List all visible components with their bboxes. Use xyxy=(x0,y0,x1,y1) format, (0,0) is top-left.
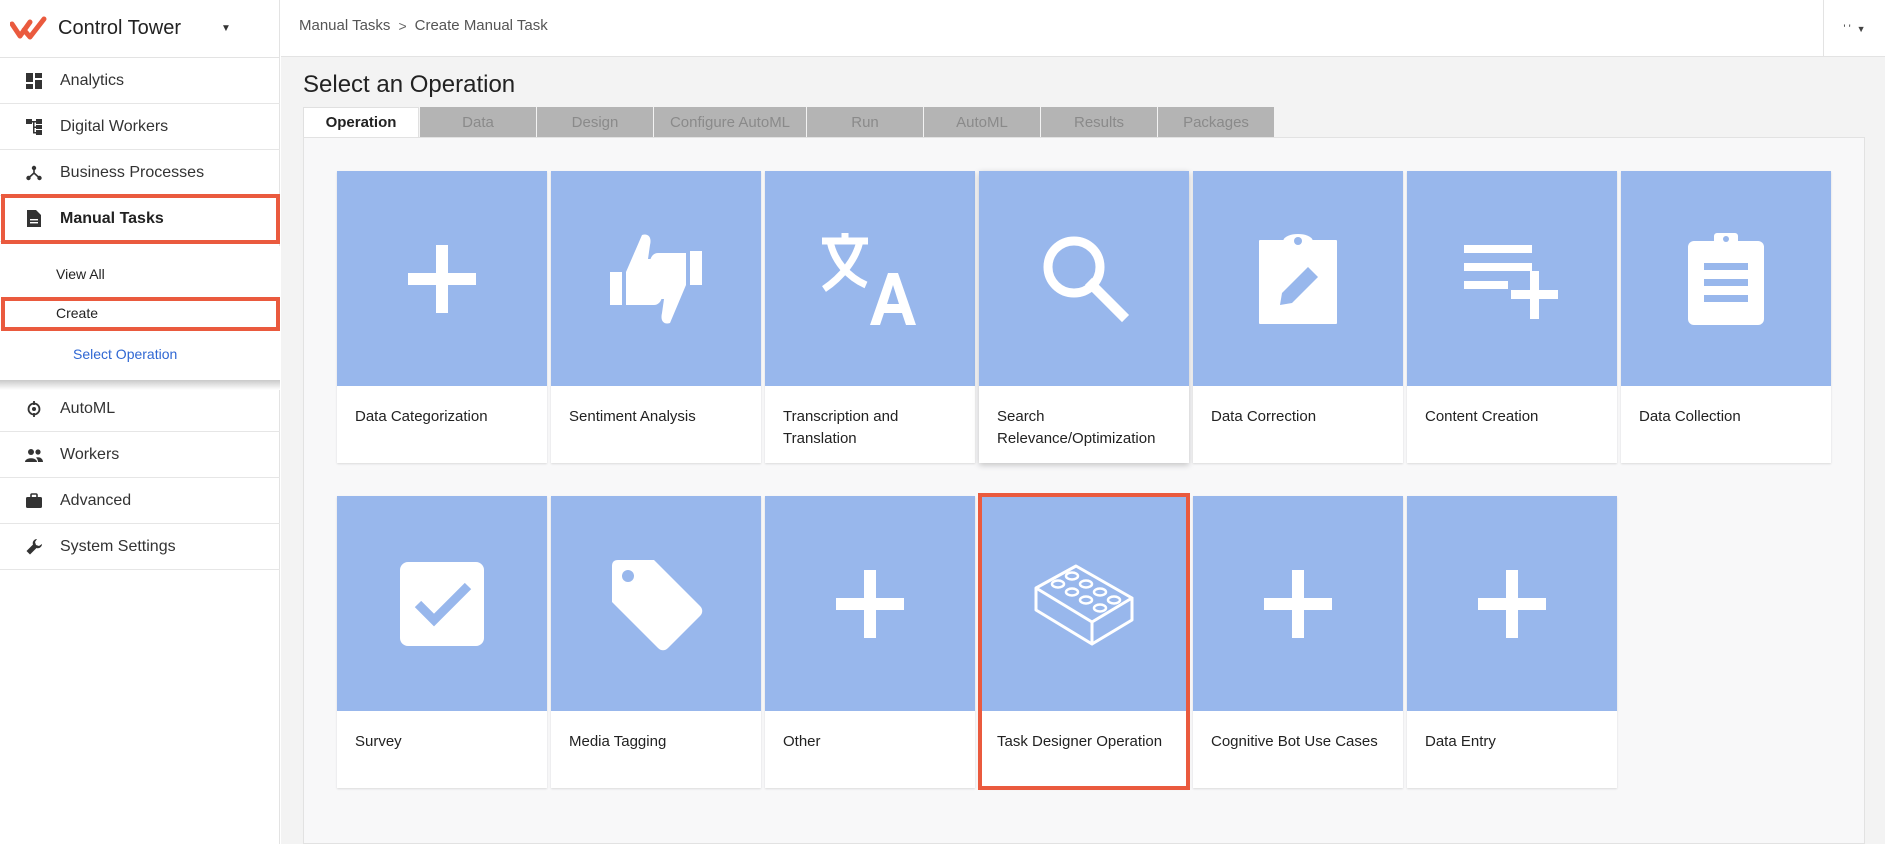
sidebar-item-label: Analytics xyxy=(60,71,125,89)
operation-card-cognitive-bot[interactable]: Cognitive Bot Use Cases xyxy=(1193,496,1403,788)
card-label: Transcription and Translation xyxy=(783,408,899,447)
clipboard-list-icon xyxy=(1688,232,1764,325)
tab-results[interactable]: Results xyxy=(1041,107,1157,137)
page-title: Select an Operation xyxy=(303,71,516,98)
operation-card-data-categorization[interactable]: Data Categorization xyxy=(337,171,547,463)
operation-card-other[interactable]: Other xyxy=(765,496,975,788)
sidebar-item-label: Business Processes xyxy=(60,163,205,181)
sidebar-item-system-settings[interactable]: System Settings xyxy=(0,524,280,570)
operation-card-search-relevance[interactable]: Search Relevance/Optimization xyxy=(979,171,1189,463)
highlight-box xyxy=(1,194,280,244)
sidebar-item-analytics[interactable]: Analytics xyxy=(0,58,280,104)
clipboard-edit-icon xyxy=(1259,233,1337,324)
breadcrumb-current: Create Manual Task xyxy=(414,17,548,34)
card-label: Data Correction xyxy=(1211,408,1317,425)
highlight-box xyxy=(978,493,1190,790)
card-tile xyxy=(765,496,975,711)
card-label: Survey xyxy=(355,733,402,750)
highlight-box xyxy=(1,297,280,331)
card-tile xyxy=(551,171,761,386)
dashboard-icon xyxy=(24,71,44,91)
people-icon xyxy=(24,445,44,465)
card-tile xyxy=(765,171,975,386)
sidebar-item-automl[interactable]: AutoML xyxy=(0,386,280,432)
plus-icon xyxy=(408,244,476,313)
tab-packages[interactable]: Packages xyxy=(1158,107,1274,137)
operation-card-data-correction[interactable]: Data Correction xyxy=(1193,171,1403,463)
process-hub-icon xyxy=(24,163,44,183)
operation-card-data-collection[interactable]: Data Collection xyxy=(1621,171,1831,463)
breadcrumb: Manual Tasks > Create Manual Task xyxy=(299,17,548,34)
sidebar-item-business-processes[interactable]: Business Processes xyxy=(0,150,280,196)
sidebar-item-label: Digital Workers xyxy=(60,117,169,135)
plus-icon xyxy=(836,569,904,638)
sidebar-item-label: Workers xyxy=(60,445,120,463)
card-label: Other xyxy=(783,733,821,750)
card-tile xyxy=(337,496,547,711)
card-tile xyxy=(337,171,547,386)
checkbox-icon xyxy=(400,561,484,646)
card-tile xyxy=(1193,171,1403,386)
card-label: Media Tagging xyxy=(569,733,667,750)
automl-icon xyxy=(24,399,44,419)
card-label: Cognitive Bot Use Cases xyxy=(1211,733,1378,750)
playlist-add-icon xyxy=(1464,244,1558,319)
operation-panel: Data Categorization Sentiment Analysis T… xyxy=(303,137,1865,844)
card-tile xyxy=(1407,171,1617,386)
card-label: Data Collection xyxy=(1639,408,1741,425)
card-tile xyxy=(1407,496,1617,711)
card-label: Sentiment Analysis xyxy=(569,408,696,425)
thumbs-icon xyxy=(610,233,702,324)
translate-icon xyxy=(821,232,916,325)
plus-icon xyxy=(1264,569,1332,638)
sidebar-item-label: Advanced xyxy=(60,491,132,509)
chevron-down-icon[interactable]: ▼ xyxy=(221,23,231,34)
top-bar: Manual Tasks > Create Manual Task ' ' ▼ xyxy=(281,0,1885,57)
tab-run[interactable]: Run xyxy=(807,107,923,137)
sidebar: Control Tower ▼ Analytics Digital Worker… xyxy=(0,0,280,844)
main-content: Select an Operation Operation Data Desig… xyxy=(281,57,1885,844)
card-label: Data Categorization xyxy=(355,408,488,425)
app-header[interactable]: Control Tower ▼ xyxy=(0,0,279,58)
org-tree-icon xyxy=(24,117,44,137)
operation-card-media-tagging[interactable]: Media Tagging xyxy=(551,496,761,788)
tab-operation[interactable]: Operation xyxy=(303,107,419,137)
user-menu[interactable]: ' ' ▼ xyxy=(1823,0,1885,57)
tab-configure-automl[interactable]: Configure AutoML xyxy=(654,107,806,137)
breadcrumb-link[interactable]: Manual Tasks xyxy=(299,17,390,34)
tag-icon xyxy=(612,559,703,650)
sidebar-item-label: AutoML xyxy=(60,399,116,417)
card-label: Content Creation xyxy=(1425,408,1539,425)
tab-automl[interactable]: AutoML xyxy=(924,107,1040,137)
card-label: Data Entry xyxy=(1425,733,1496,750)
logo-icon xyxy=(10,16,47,39)
user-name: ' ' xyxy=(1843,22,1851,35)
operation-card-content-creation[interactable]: Content Creation xyxy=(1407,171,1617,463)
sidebar-item-label: System Settings xyxy=(60,537,176,555)
operation-card-transcription-translation[interactable]: Transcription and Translation xyxy=(765,171,975,463)
operation-card-data-entry[interactable]: Data Entry xyxy=(1407,496,1617,788)
operation-card-survey[interactable]: Survey xyxy=(337,496,547,788)
sidebar-item-workers[interactable]: Workers xyxy=(0,432,280,478)
tab-data[interactable]: Data xyxy=(420,107,536,137)
wrench-icon xyxy=(24,537,44,557)
sidebar-item-advanced[interactable]: Advanced xyxy=(0,478,280,524)
operation-card-sentiment-analysis[interactable]: Sentiment Analysis xyxy=(551,171,761,463)
card-tile xyxy=(979,171,1189,386)
card-tile xyxy=(1621,171,1831,386)
chevron-right-icon: > xyxy=(398,17,407,34)
card-label: Search Relevance/Optimization xyxy=(997,408,1156,447)
wizard-tabs: Operation Data Design Configure AutoML R… xyxy=(303,107,1275,137)
submenu-select-operation[interactable]: Select Operation xyxy=(73,346,177,362)
submenu-view-all[interactable]: View All xyxy=(56,266,105,282)
card-tile xyxy=(551,496,761,711)
plus-icon xyxy=(1478,569,1546,638)
chevron-down-icon: ▼ xyxy=(1856,23,1866,34)
briefcase-icon xyxy=(24,491,44,511)
card-tile xyxy=(1193,496,1403,711)
sidebar-item-digital-workers[interactable]: Digital Workers xyxy=(0,104,280,150)
search-icon xyxy=(1043,236,1130,322)
app-name: Control Tower xyxy=(58,17,182,39)
tab-design[interactable]: Design xyxy=(537,107,653,137)
